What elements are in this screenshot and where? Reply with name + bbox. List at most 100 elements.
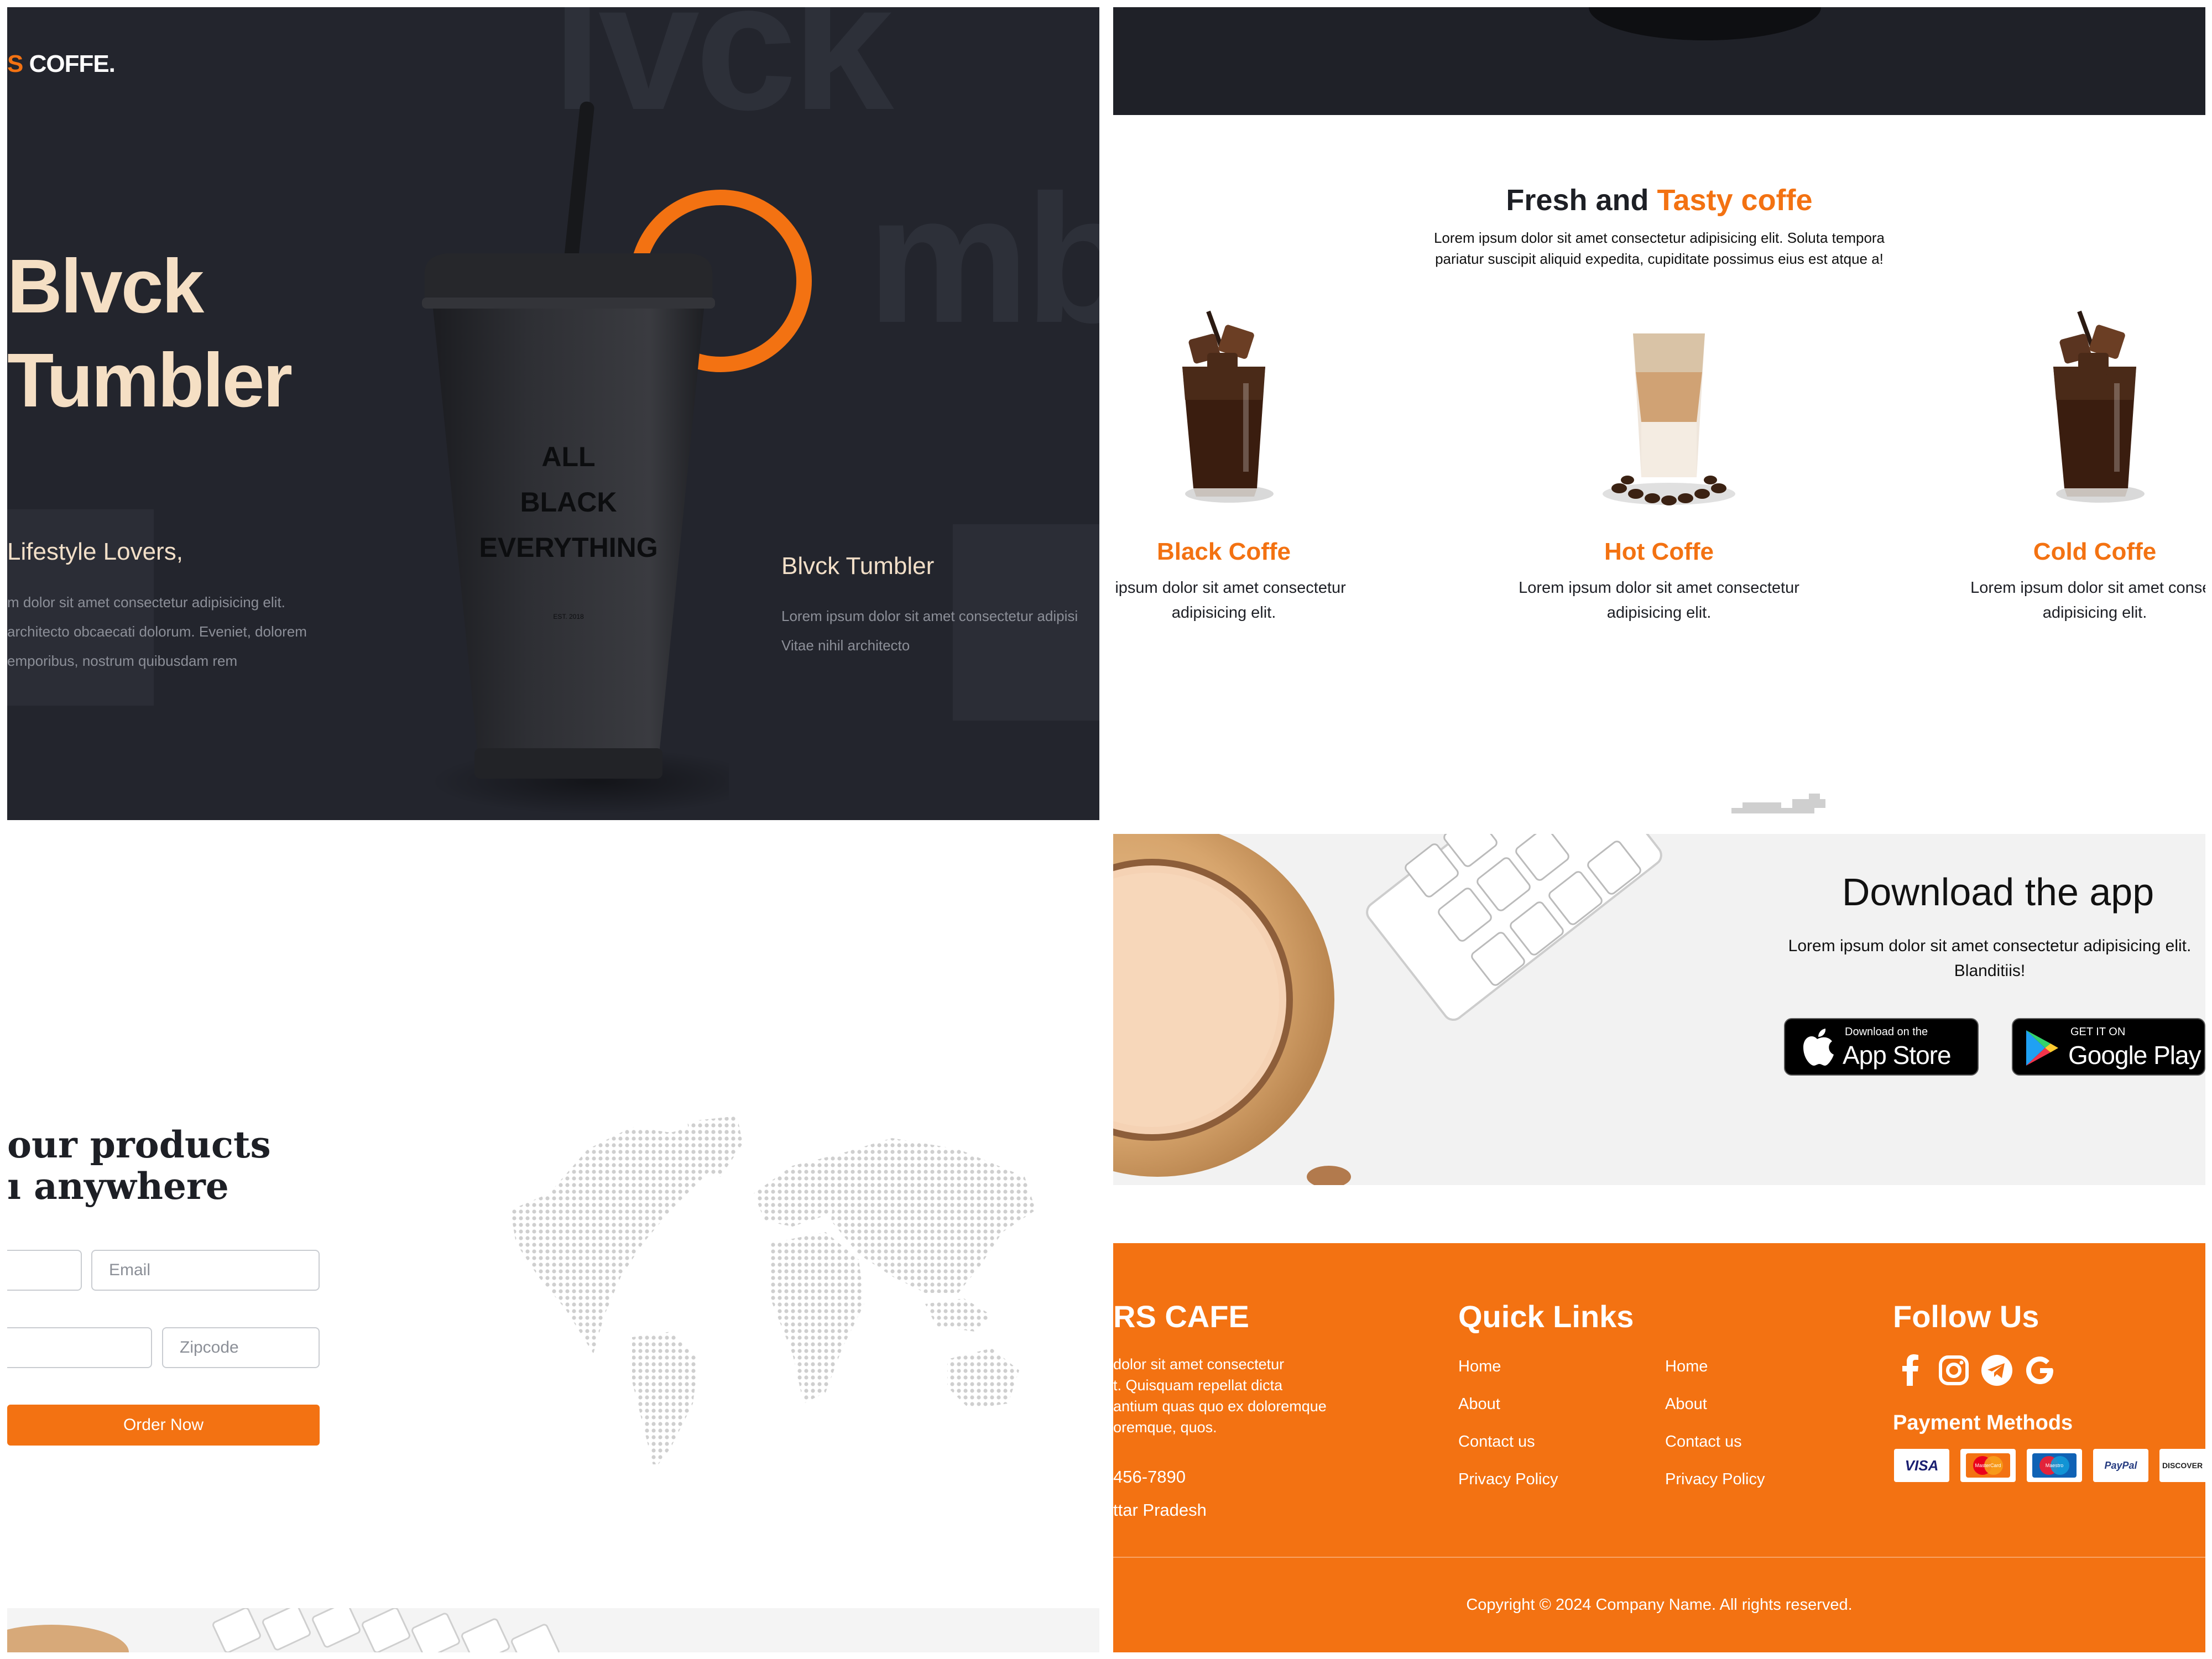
text-line: Lorem ipsum dolor sit amet consec: [1970, 579, 2205, 597]
footer-divider: [1113, 1557, 2205, 1558]
store-big-text: Google Play: [2068, 1041, 2201, 1070]
text-line: Lorem ipsum dolor sit amet consectetur a…: [781, 608, 1078, 624]
text-line: dolor sit amet consectetur: [1113, 1356, 1285, 1373]
product-card[interactable]: Black Coffe n ipsum dolor sit amet conse…: [1113, 538, 1390, 625]
lifestyle-heading: Lifestyle Lovers,: [7, 538, 183, 565]
product-text: Lorem ipsum dolor sit amet consectetur a…: [781, 602, 1099, 660]
top-banner-strip: [1113, 7, 2205, 115]
world-map-graphic: [510, 1116, 1036, 1464]
payment-methods-title: Payment Methods: [1893, 1411, 2073, 1434]
google-play-button[interactable]: GET IT ON Google Play: [2012, 1018, 2205, 1076]
footer-link-about[interactable]: About: [1458, 1395, 1500, 1413]
hot-coffee-image: [1603, 333, 1735, 505]
hero-section: lvck mbl S COFFE. Blvck Tumbler Lifestyl…: [7, 7, 1099, 820]
footer: RS CAFE dolor sit amet consectetur t. Qu…: [1113, 1243, 2205, 1652]
email-input[interactable]: Email: [91, 1250, 320, 1291]
text-line: adipisicing elit.: [1171, 604, 1276, 622]
cup-print: ALL: [541, 441, 595, 472]
text-line: architecto obcaecati dolorum. Eveniet, d…: [7, 623, 307, 640]
product-description: Lorem ipsum dolor sit amet consectetur ad…: [1493, 576, 1825, 625]
maestro-card-icon: Maestro: [2027, 1449, 2082, 1482]
store-small-text: Download on the: [1845, 1026, 1928, 1038]
cup-print: BLACK: [520, 487, 617, 518]
watermark-text: mbl: [867, 156, 1099, 361]
download-title: Download the app: [1841, 870, 2154, 914]
hero-title-line: Blvck: [7, 244, 204, 329]
store-small-text: GET IT ON: [2070, 1026, 2126, 1038]
download-description: Lorem ipsum dolor sit amet consectetur a…: [1771, 933, 2205, 983]
text-line: Lorem ipsum dolor sit amet consectetur a…: [1788, 937, 2192, 955]
text-line: m dolor sit amet consectetur adipisicing…: [7, 594, 285, 611]
fresh-coffee-section: Fresh and Tasty coffe Lorem ipsum dolor …: [1113, 7, 2205, 820]
order-section: our products ı anywhere Email Zipcode Or…: [7, 834, 1099, 1652]
maestro-logo: Maestro: [2032, 1453, 2077, 1478]
logo-text: COFFE.: [23, 50, 116, 77]
footer-location: ttar Pradesh: [1113, 1500, 1207, 1520]
product-card[interactable]: Cold Coffe Lorem ipsum dolor sit amet co…: [1929, 538, 2205, 625]
footer-phone: 456-7890: [1113, 1467, 1186, 1486]
svg-text:Maestro: Maestro: [2046, 1463, 2064, 1468]
product-name[interactable]: Hot Coffe: [1493, 538, 1825, 566]
tumbler-image: ALL BLACK EVERYTHING EST. 2018: [422, 101, 729, 815]
name-input[interactable]: [7, 1250, 82, 1291]
address-input[interactable]: [7, 1327, 152, 1368]
bottom-image-strip: [7, 1601, 1099, 1652]
keyboard-image-fragment: [7, 1601, 560, 1652]
heading-fragment: anywhere: [34, 1165, 229, 1208]
black-coffee-image: [1182, 310, 1274, 503]
facebook-icon[interactable]: [1894, 1354, 1927, 1387]
text-line: adipisicing elit.: [2042, 604, 2147, 622]
order-now-button[interactable]: Order Now: [7, 1405, 320, 1446]
card-label: DISCOVER: [2162, 1461, 2203, 1470]
text-line: oremque, quos.: [1113, 1419, 1217, 1436]
google-icon[interactable]: [2023, 1354, 2057, 1387]
footer-link-contact[interactable]: Contact us: [1458, 1433, 1535, 1451]
product-heading: Blvck Tumbler: [781, 552, 935, 580]
apple-icon: [1803, 1029, 1834, 1066]
footer-link-home[interactable]: Home: [1665, 1358, 1708, 1376]
card-label: VISA: [1905, 1457, 1939, 1474]
cup-print: EVERYTHING: [479, 532, 658, 563]
footer-link-about[interactable]: About: [1665, 1395, 1707, 1413]
footer-link-contact[interactable]: Contact us: [1665, 1433, 1742, 1451]
visa-card-icon: VISA: [1894, 1449, 1949, 1482]
svg-text:MasterCard: MasterCard: [1975, 1463, 2001, 1468]
zipcode-input[interactable]: Zipcode: [162, 1327, 320, 1368]
text-line: t. Quisquam repellat dicta: [1113, 1377, 1283, 1394]
logo-accent: S: [7, 50, 23, 77]
title-text: Fresh and: [1506, 184, 1657, 217]
telegram-icon[interactable]: [1980, 1354, 2013, 1387]
text-line: Lorem ipsum dolor sit amet consectetur: [1519, 579, 1799, 597]
hero-title-line: Tumbler: [7, 338, 293, 423]
footer-link-home[interactable]: Home: [1458, 1358, 1501, 1376]
cold-coffee-image: [2053, 310, 2145, 503]
quick-links-title: Quick Links: [1458, 1299, 1634, 1334]
site-logo[interactable]: S COFFE.: [7, 50, 116, 78]
footer-link-privacy[interactable]: Privacy Policy: [1665, 1470, 1765, 1489]
footer-about: dolor sit amet consectetur t. Quisquam r…: [1113, 1354, 1327, 1438]
text-line: antium quas quo ex doloremque: [1113, 1398, 1327, 1415]
product-card[interactable]: Hot Coffe Lorem ipsum dolor sit amet con…: [1493, 538, 1825, 625]
text-line: n ipsum dolor sit amet consectetur: [1113, 579, 1346, 597]
heading-fragment: ı: [7, 1165, 22, 1208]
lifestyle-text: m dolor sit amet consectetur adipisicing…: [7, 588, 339, 676]
footer-brand: RS CAFE: [1113, 1299, 1249, 1334]
card-label: PayPal: [2104, 1460, 2137, 1471]
download-app-section: Download the app Lorem ipsum dolor sit a…: [1113, 834, 2205, 1185]
app-store-button[interactable]: Download on the App Store: [1784, 1018, 1979, 1076]
paypal-card-icon: PayPal: [2093, 1449, 2148, 1482]
product-name[interactable]: Black Coffe: [1113, 538, 1390, 566]
google-play-icon: [2026, 1030, 2058, 1066]
instagram-icon[interactable]: [1937, 1354, 1970, 1387]
product-description: Lorem ipsum dolor sit amet consec adipisi…: [1929, 576, 2205, 625]
hero-title: Blvck Tumbler: [7, 239, 293, 427]
section-description: Lorem ipsum dolor sit amet consectetur a…: [1113, 227, 2205, 269]
coffee-keyboard-photo: [1113, 834, 1662, 1185]
text-line: emporibus, nostrum quibusdam rem: [7, 653, 238, 669]
product-name[interactable]: Cold Coffe: [1929, 538, 2205, 566]
text-line: adipisicing elit.: [1606, 604, 1712, 622]
text-line: pariatur suscipit aliquid expedita, cupi…: [1435, 251, 1884, 267]
footer-link-privacy[interactable]: Privacy Policy: [1458, 1470, 1558, 1489]
cup-print: EST. 2018: [553, 613, 584, 620]
store-big-text: App Store: [1843, 1041, 1952, 1070]
